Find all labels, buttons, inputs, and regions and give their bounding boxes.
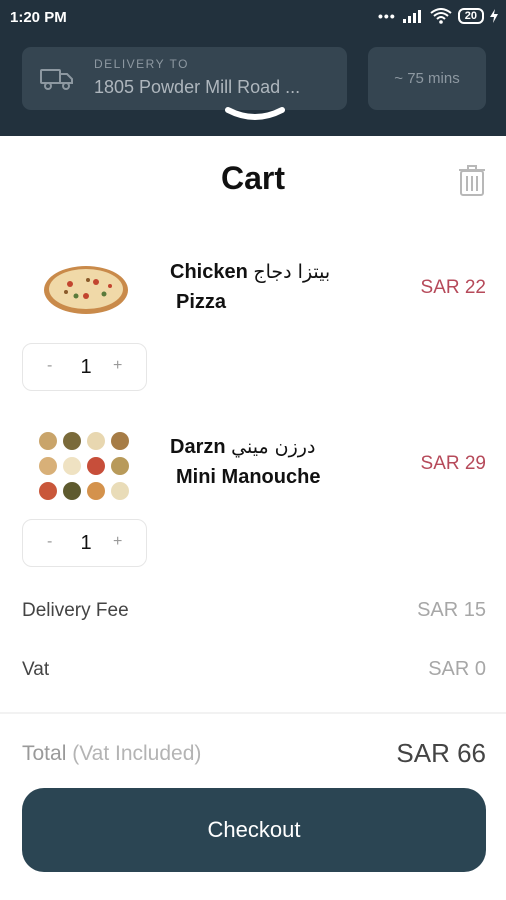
vat-label: Vat <box>22 659 50 680</box>
wifi-icon <box>430 8 452 24</box>
manouche-image <box>30 425 142 507</box>
vat-value: SAR 0 <box>428 658 486 680</box>
item-name-ar: بيتزا دجاج <box>253 261 331 283</box>
delivery-to-label: DELIVERY TO <box>94 57 189 71</box>
item-price: SAR 29 <box>420 453 486 474</box>
delivery-address-selector[interactable]: DELIVERY TO 1805 Powder Mill Road ... <box>22 47 347 110</box>
checkout-button[interactable]: Checkout <box>22 788 486 872</box>
total-label-text: Total <box>22 742 67 765</box>
chevron-down-icon[interactable] <box>224 106 286 122</box>
delivery-fee-label: Delivery Fee <box>22 600 129 621</box>
quantity-value: 1 <box>80 356 92 378</box>
item-image-mini-manouche <box>30 425 142 507</box>
decrease-quantity-button[interactable]: - <box>47 533 52 551</box>
divider <box>0 712 506 714</box>
quantity-value: 1 <box>80 532 92 554</box>
item-name-ar: درزن ميني <box>231 436 316 458</box>
item-name-line2: Mini Manouche <box>176 466 321 488</box>
battery-icon: 20 <box>457 8 484 24</box>
item-price: SAR 22 <box>420 277 486 298</box>
total-label: Total (Vat Included) <box>22 742 201 766</box>
decrease-quantity-button[interactable]: - <box>47 357 52 375</box>
item-image-chicken-pizza <box>30 252 142 324</box>
delivery-fee-value: SAR 15 <box>417 599 486 621</box>
increase-quantity-button[interactable]: + <box>113 533 122 551</box>
truck-icon <box>40 69 73 90</box>
signal-icon <box>402 10 421 23</box>
item-name-line2: Pizza <box>176 291 227 313</box>
item-name-en: Chicken <box>170 261 248 283</box>
status-bar: 1:20 PM ••• 20 <box>0 0 506 36</box>
total-value: SAR 66 <box>396 738 486 768</box>
status-icons: ••• 20 <box>378 8 498 24</box>
notification-dots: ••• <box>378 8 396 24</box>
quantity-stepper: - 1 + <box>22 343 147 391</box>
total-note: (Vat Included) <box>72 742 202 765</box>
pizza-image <box>30 252 142 324</box>
item-name-mini-manouche: Darzn درزن ميني Mini Manouche <box>170 432 320 492</box>
increase-quantity-button[interactable]: + <box>113 357 122 375</box>
quantity-stepper: - 1 + <box>22 519 147 567</box>
page-title: Cart <box>220 160 285 196</box>
charging-icon <box>490 9 498 23</box>
delivery-address: 1805 Powder Mill Road ... <box>94 77 301 97</box>
item-name-en: Darzn <box>170 436 226 458</box>
item-name-chicken-pizza: Chicken بيتزا دجاج Pizza <box>170 257 330 317</box>
trash-icon[interactable] <box>458 164 486 196</box>
delivery-eta: ~ 75 mins <box>368 47 486 110</box>
status-time: 1:20 PM <box>10 9 67 26</box>
